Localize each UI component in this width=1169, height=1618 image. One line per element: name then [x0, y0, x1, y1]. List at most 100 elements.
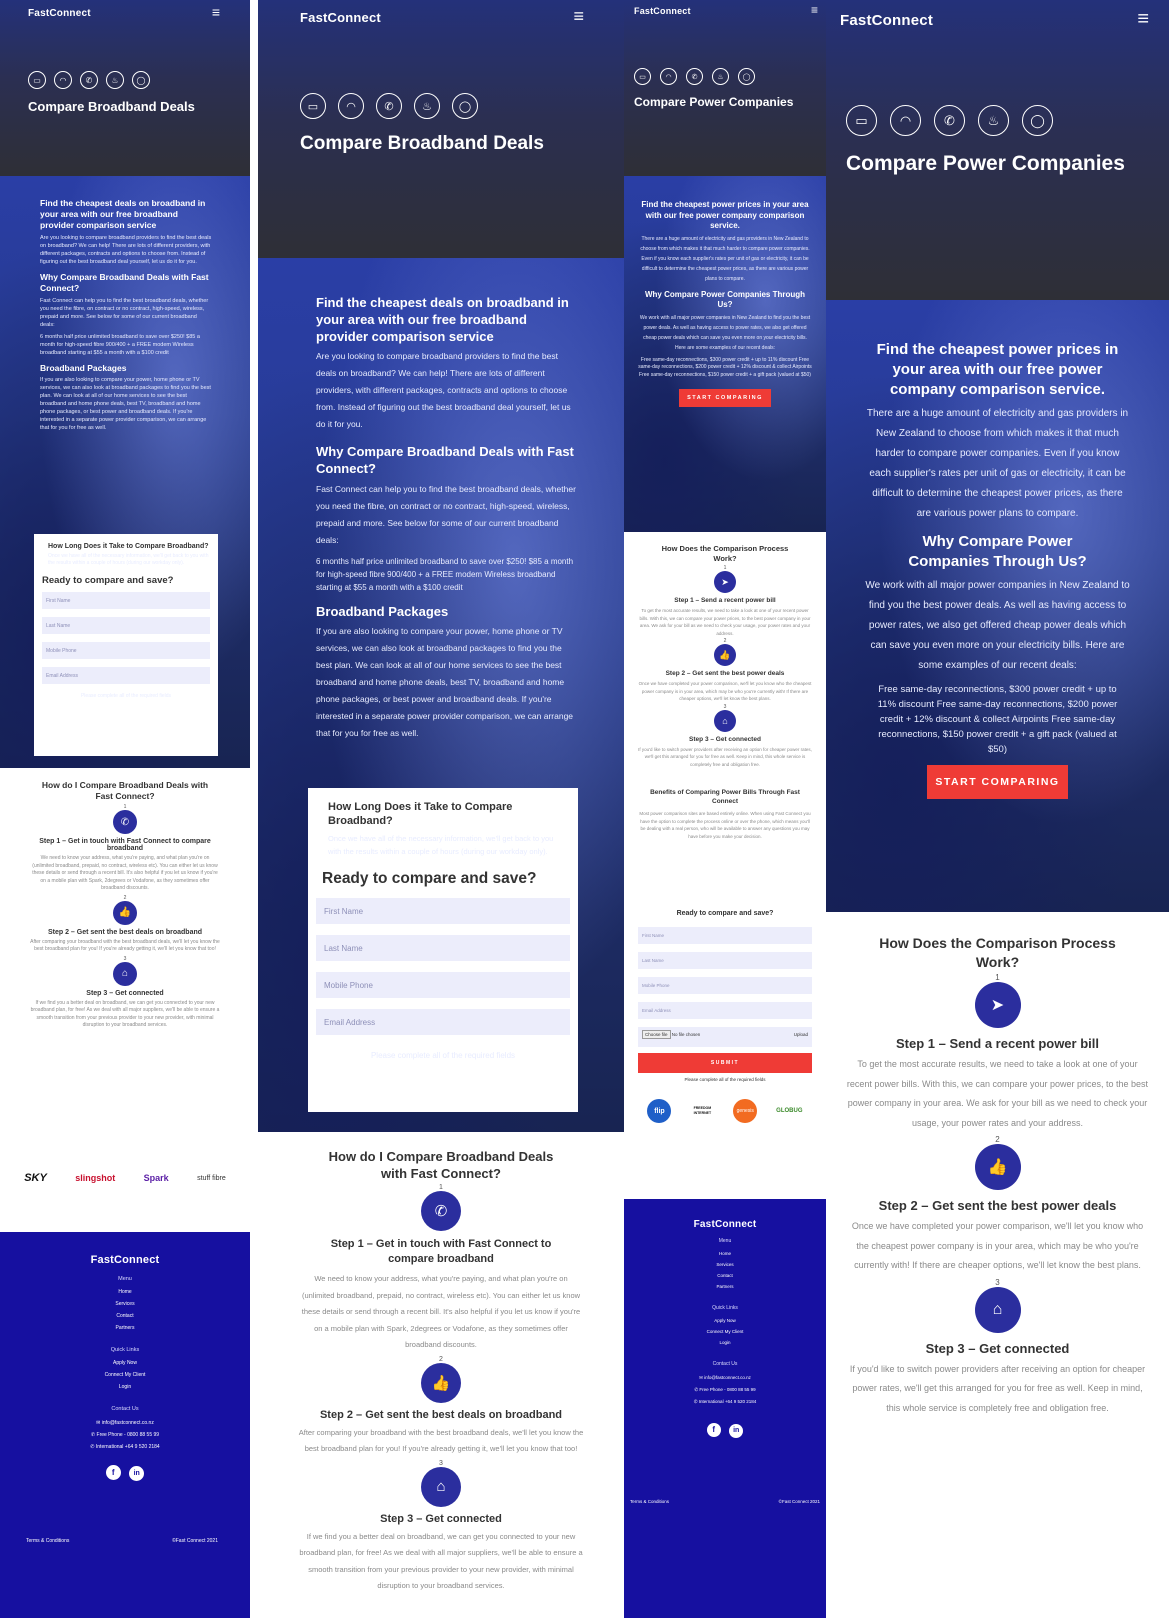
menu-icon[interactable]: ≡: [573, 6, 584, 27]
card-text: Once we have all of the necessary inform…: [328, 834, 554, 856]
logo[interactable]: FastConnect: [634, 6, 826, 16]
phone-icon[interactable]: ✆: [686, 68, 703, 85]
site-footer: FastConnect Menu Home Services Contact P…: [0, 1232, 250, 1618]
monitor-icon[interactable]: ▭: [300, 93, 326, 119]
footer-intl[interactable]: ✆ International +64 9 520 2184: [0, 1444, 250, 1450]
footer-link-services[interactable]: Services: [0, 1301, 250, 1307]
footer-link-login[interactable]: Login: [0, 1384, 250, 1390]
monitor-icon[interactable]: ▭: [846, 105, 877, 136]
why-heading: Why Compare Power Companies Through Us?: [908, 533, 1087, 570]
last-name-field[interactable]: Last Name: [316, 935, 570, 961]
upload-label[interactable]: Upload: [794, 1032, 808, 1037]
footer-email[interactable]: ✉ info@fastconnect.co.nz: [624, 1375, 826, 1381]
phone-icon[interactable]: ✆: [80, 71, 98, 89]
bulb-icon[interactable]: ◯: [452, 93, 478, 119]
email-field[interactable]: Email Address: [42, 667, 210, 684]
menu-icon[interactable]: ≡: [1137, 8, 1149, 31]
footer-phone[interactable]: ✆ Free Phone - 0800 88 55 99: [624, 1387, 826, 1393]
terms-link[interactable]: Terms & Conditions: [26, 1538, 69, 1544]
flame-icon[interactable]: ♨: [712, 68, 729, 85]
packages-text: If you are also looking to compare your …: [316, 626, 574, 738]
footer-link-apply[interactable]: Apply Now: [0, 1360, 250, 1366]
mobile-phone-field[interactable]: Mobile Phone: [638, 977, 812, 994]
phone-icon[interactable]: ✆: [934, 105, 965, 136]
file-upload-field[interactable]: Choose file No file chosen Upload: [638, 1027, 812, 1047]
thumbs-up-icon: 👍: [714, 644, 736, 666]
monitor-icon[interactable]: ▭: [28, 71, 46, 89]
mobile-phone-field[interactable]: Mobile Phone: [42, 642, 210, 659]
wifi-icon[interactable]: ◠: [338, 93, 364, 119]
footer-link-contact[interactable]: Contact: [624, 1273, 826, 1278]
footer-link-partners[interactable]: Partners: [624, 1284, 826, 1289]
footer-link-apply[interactable]: Apply Now: [624, 1318, 826, 1323]
site-header: FastConnect ≡ ▭ ◠ ✆ ♨ ◯ Compare Power Co…: [826, 0, 1169, 300]
step-2: 2 👍 Step 2 – Get sent the best deals on …: [298, 1356, 584, 1458]
steps-title: How Does the Comparison Process Work?: [661, 544, 789, 563]
monitor-icon[interactable]: ▭: [634, 68, 651, 85]
footer-link-connect-client[interactable]: Connect My Client: [0, 1372, 250, 1378]
step-text: After comparing your broadband with the …: [30, 938, 220, 953]
bulb-icon[interactable]: ◯: [738, 68, 755, 85]
broadband-page-tablet: FastConnect ≡ ▭ ◠ ✆ ♨ ◯ Compare Broadban…: [258, 0, 624, 1618]
footer-link-services[interactable]: Services: [624, 1262, 826, 1267]
benefits-text: Most power comparison sites are based en…: [639, 811, 811, 839]
terms-link[interactable]: Terms & Conditions: [630, 1499, 669, 1504]
facebook-icon[interactable]: f: [706, 1422, 721, 1437]
flame-icon[interactable]: ♨: [978, 105, 1009, 136]
step-title: Step 2 – Get sent the best power deals: [665, 670, 785, 677]
partner-stuff-fibre: stuff fibre: [197, 1174, 226, 1182]
footer-logo[interactable]: FastConnect: [624, 1219, 826, 1230]
footer-link-partners[interactable]: Partners: [0, 1325, 250, 1331]
step-title: Step 3 – Get connected: [86, 989, 164, 997]
footer-link-connect-client[interactable]: Connect My Client: [624, 1329, 826, 1334]
deals-list: 6 months half price unlimited broadband …: [316, 557, 574, 592]
footer-phone[interactable]: ✆ Free Phone - 0800 88 55 99: [0, 1432, 250, 1438]
footer-link-login[interactable]: Login: [624, 1340, 826, 1345]
linkedin-icon[interactable]: in: [729, 1423, 744, 1438]
start-comparing-button[interactable]: START COMPARING: [927, 765, 1068, 799]
submit-button[interactable]: SUBMIT: [638, 1053, 812, 1073]
why-text: Fast Connect can help you to find the be…: [316, 484, 576, 545]
wifi-icon[interactable]: ◠: [54, 71, 72, 89]
last-name-field[interactable]: Last Name: [42, 617, 210, 634]
footer-logo[interactable]: FastConnect: [0, 1254, 250, 1266]
footer-link-home[interactable]: Home: [624, 1251, 826, 1256]
hero-heading: Find the cheapest deals on broadband in …: [316, 295, 569, 344]
step-text: To get the most accurate results, we nee…: [639, 608, 811, 636]
mobile-phone-field[interactable]: Mobile Phone: [316, 972, 570, 998]
deals-list: Free same-day reconnections, $300 power …: [877, 684, 1118, 755]
step-3: 3 ⌂ Step 3 – Get connected If you'd like…: [638, 704, 812, 769]
first-name-field[interactable]: First Name: [638, 927, 812, 944]
menu-icon[interactable]: ≡: [212, 4, 220, 20]
choose-file-button[interactable]: Choose file: [642, 1030, 671, 1039]
footer-intl-text: International +64 9 520 2184: [95, 1444, 160, 1450]
footer-intl[interactable]: ✆ International +64 9 520 2184: [624, 1399, 826, 1405]
first-name-field[interactable]: First Name: [42, 592, 210, 609]
email-field[interactable]: Email Address: [638, 1002, 812, 1019]
site-header: FastConnect ≡ ▭ ◠ ✆ ♨ ◯ Compare Broadban…: [258, 0, 624, 258]
logo[interactable]: FastConnect: [840, 12, 1169, 29]
flame-icon[interactable]: ♨: [414, 93, 440, 119]
bulb-icon[interactable]: ◯: [1022, 105, 1053, 136]
wifi-icon[interactable]: ◠: [660, 68, 677, 85]
email-field[interactable]: Email Address: [316, 1009, 570, 1035]
service-icons: ▭ ◠ ✆ ♨ ◯: [300, 93, 624, 119]
step-title: Step 2 – Get sent the best deals on broa…: [47, 928, 203, 936]
first-name-field[interactable]: First Name: [316, 898, 570, 924]
step-text: If you'd like to switch power providers …: [849, 1363, 1146, 1413]
footer-link-home[interactable]: Home: [0, 1289, 250, 1295]
facebook-icon[interactable]: f: [105, 1465, 121, 1480]
bulb-icon[interactable]: ◯: [132, 71, 150, 89]
last-name-field[interactable]: Last Name: [638, 952, 812, 969]
footer-link-contact[interactable]: Contact: [0, 1313, 250, 1319]
phone-icon[interactable]: ✆: [376, 93, 402, 119]
footer-contact-heading: Contact Us: [111, 1406, 139, 1412]
partner-genesis: genesis: [733, 1099, 758, 1123]
form-title: Ready to compare and save?: [42, 575, 174, 586]
menu-icon[interactable]: ≡: [811, 3, 818, 17]
start-comparing-button[interactable]: START COMPARING: [679, 389, 771, 407]
wifi-icon[interactable]: ◠: [890, 105, 921, 136]
footer-email[interactable]: ✉ info@fastconnect.co.nz: [0, 1420, 250, 1426]
linkedin-icon[interactable]: in: [129, 1466, 145, 1481]
flame-icon[interactable]: ♨: [106, 71, 124, 89]
